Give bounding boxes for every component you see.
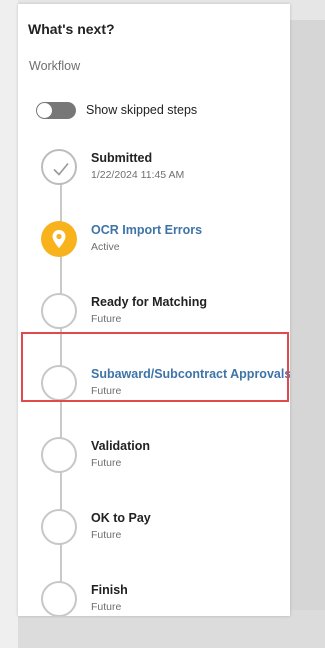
step-circle: [41, 437, 77, 473]
step-circle-active: [41, 221, 77, 257]
workflow-step-ocr-import-errors[interactable]: OCR Import Errors Active: [18, 221, 290, 281]
background-block: [290, 20, 325, 620]
whats-next-panel: What's next? Workflow Show skipped steps…: [18, 4, 290, 616]
workflow-label: Workflow: [29, 59, 81, 73]
show-skipped-toggle[interactable]: [36, 102, 76, 119]
workflow-step-finish[interactable]: Finish Future: [18, 581, 290, 616]
step-status: Future: [91, 601, 122, 613]
check-icon: [53, 162, 69, 176]
step-status: Future: [91, 529, 122, 541]
workflow-step-validation[interactable]: Validation Future: [18, 437, 290, 497]
step-name-link[interactable]: OCR Import Errors: [91, 223, 202, 237]
workflow-step-submitted[interactable]: Submitted 1/22/2024 11:45 AM: [18, 149, 290, 209]
step-status: 1/22/2024 11:45 AM: [91, 169, 185, 181]
step-status: Future: [91, 457, 122, 469]
step-highlight-box: [21, 332, 289, 402]
location-pin-icon: [52, 230, 66, 248]
step-circle: [41, 581, 77, 616]
show-skipped-label: Show skipped steps: [86, 103, 198, 117]
step-status: Active: [91, 241, 120, 253]
step-circle: [41, 509, 77, 545]
toggle-knob: [37, 103, 52, 118]
step-name: Finish: [91, 583, 128, 597]
step-status: Future: [91, 313, 122, 325]
step-name: Ready for Matching: [91, 295, 207, 309]
step-name: Validation: [91, 439, 151, 453]
background-block: [0, 0, 18, 648]
step-circle: [41, 293, 77, 329]
workflow-step-ok-to-pay[interactable]: OK to Pay Future: [18, 509, 290, 569]
step-circle: [41, 149, 77, 185]
step-name: Submitted: [91, 151, 153, 165]
panel-title: What's next?: [28, 21, 115, 37]
step-name: OK to Pay: [91, 511, 151, 525]
